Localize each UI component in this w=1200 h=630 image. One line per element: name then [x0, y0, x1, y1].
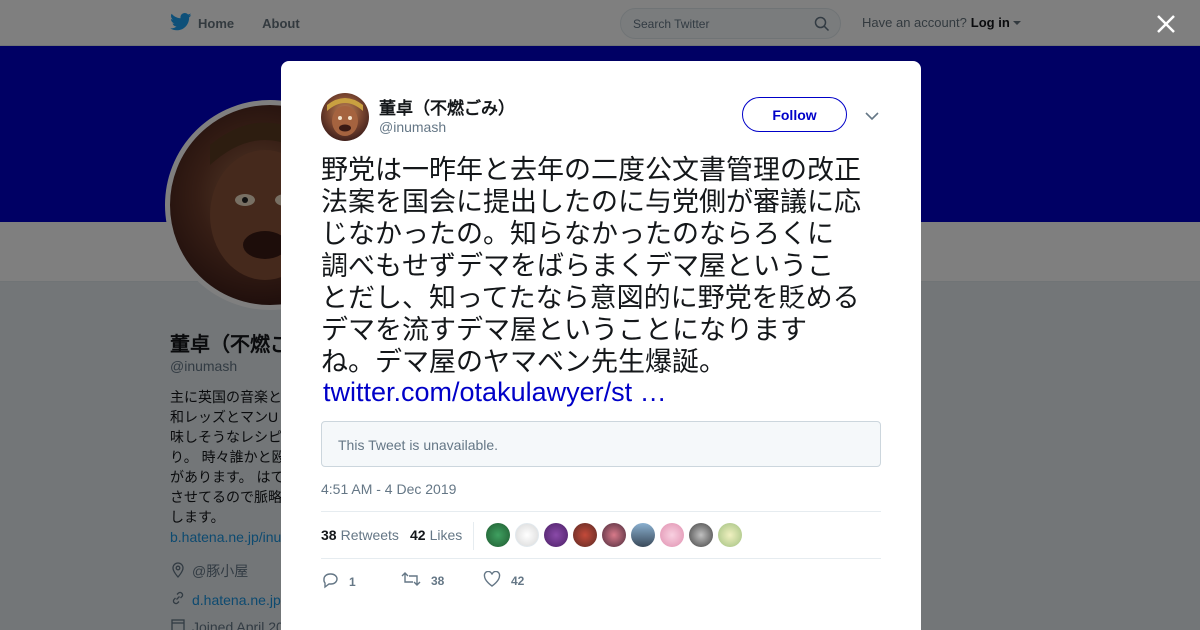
- chevron-down-icon[interactable]: [865, 108, 879, 126]
- retweets-count: 38: [321, 527, 337, 543]
- stats-divider: [473, 522, 474, 550]
- liker-avatar[interactable]: [486, 523, 510, 547]
- likes-label: Likes: [429, 527, 463, 543]
- liker-avatar[interactable]: [544, 523, 568, 547]
- tweet-text-line: ね。デマ屋のヤマベン先生爆誕。: [321, 347, 726, 377]
- liker-avatar[interactable]: [689, 523, 713, 547]
- heart-icon: [483, 570, 501, 590]
- tweet-modal: 董卓（不燃ごみ） @inumash Follow 野党は一昨年と去年の二度公文書…: [281, 61, 921, 630]
- author-handle[interactable]: @inumash: [379, 119, 446, 135]
- tweet-text-line: 野党は一昨年と去年の二度公文書管理の改正: [321, 155, 861, 185]
- tweet-stats: 38 Retweets 42 Likes: [321, 511, 881, 559]
- reply-count: 1: [349, 574, 356, 589]
- tweet-timestamp[interactable]: 4:51 AM - 4 Dec 2019: [321, 481, 456, 497]
- tweet-link[interactable]: twitter.com/otakulawyer/st …: [323, 377, 667, 408]
- retweets-stat[interactable]: 38 Retweets: [321, 527, 399, 543]
- liker-avatar[interactable]: [515, 523, 539, 547]
- reply-button[interactable]: 1: [321, 571, 356, 592]
- close-icon[interactable]: [1152, 10, 1180, 38]
- like-button[interactable]: 42: [483, 570, 525, 590]
- author-name[interactable]: 董卓（不燃ごみ）: [379, 94, 515, 119]
- retweets-label: Retweets: [340, 527, 399, 543]
- retweet-count: 38: [431, 573, 445, 588]
- quote-unavailable-text: This Tweet is unavailable.: [338, 437, 499, 453]
- like-count: 42: [511, 573, 525, 588]
- reply-icon: [321, 571, 339, 592]
- liker-avatar[interactable]: [660, 523, 684, 547]
- liker-avatar[interactable]: [602, 523, 626, 547]
- likes-stat[interactable]: 42 Likes: [410, 527, 462, 543]
- follow-button[interactable]: Follow: [742, 97, 847, 132]
- tweet-text-line: 法案を国会に提出したのに与党側が審議に応: [321, 187, 861, 217]
- liker-avatar[interactable]: [573, 523, 597, 547]
- quoted-tweet-unavailable: This Tweet is unavailable.: [321, 421, 881, 467]
- tweet-text: 野党は一昨年と去年の二度公文書管理の改正 法案を国会に提出したのに与党側が審議に…: [321, 154, 886, 378]
- tweet-text-line: 調べもせずデマをばらまくデマ屋というこ: [321, 251, 834, 281]
- tweet-text-line: じなかったの。知らなかったのならろくに: [321, 219, 834, 249]
- author-avatar[interactable]: [321, 93, 369, 141]
- retweet-icon: [401, 571, 421, 590]
- retweet-button[interactable]: 38: [401, 571, 444, 590]
- liker-avatar[interactable]: [631, 523, 655, 547]
- likes-count: 42: [410, 527, 426, 543]
- tweet-text-line: とだし、知ってたなら意図的に野党を貶める: [321, 283, 860, 313]
- tweet-text-line: デマを流すデマ屋ということになります: [321, 315, 807, 345]
- liker-avatar[interactable]: [718, 523, 742, 547]
